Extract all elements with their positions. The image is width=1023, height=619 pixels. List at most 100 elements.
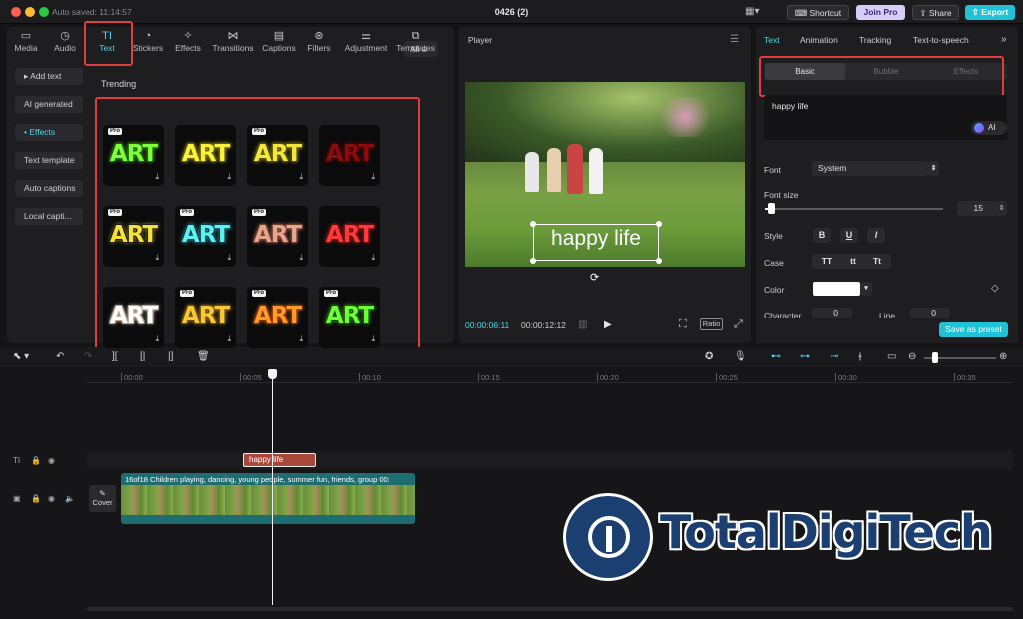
font-size-stepper-icon[interactable]: ⇕	[996, 201, 1007, 216]
download-icon[interactable]: ⤓	[299, 253, 303, 263]
download-icon[interactable]: ⤓	[371, 172, 375, 182]
caption-icon[interactable]: ▭	[887, 351, 896, 362]
subtab-basic[interactable]: Basic	[765, 63, 845, 80]
auto-snap-icon[interactable]: ⊶	[800, 351, 810, 362]
select-tool-icon[interactable]: ⬉ ▾	[13, 351, 29, 362]
text-template-tile[interactable]: ART Pro ⤓	[247, 125, 308, 186]
resize-handle[interactable]	[530, 221, 536, 227]
tool-tab-captions[interactable]: ▤ Captions	[259, 27, 299, 57]
sidebar-item[interactable]: AI generated	[15, 96, 83, 113]
color-swatch[interactable]	[813, 282, 860, 296]
text-clip[interactable]: happy life	[243, 453, 316, 467]
zoom-out-icon[interactable]: ⊖	[908, 351, 916, 362]
titlecase-button[interactable]: Tt	[866, 254, 888, 269]
download-icon[interactable]: ⤓	[155, 334, 159, 344]
share-button[interactable]: ⇪ Share	[912, 5, 959, 20]
audio-icon[interactable]: 🔈	[65, 494, 75, 503]
undo-icon[interactable]: ↶	[56, 351, 64, 362]
keyframe-icon[interactable]: ◇	[991, 283, 999, 294]
download-icon[interactable]: ⤓	[371, 253, 375, 263]
eye-icon[interactable]: ◉	[48, 456, 55, 465]
sidebar-item[interactable]: Auto captions	[15, 180, 83, 197]
tool-tab-filters[interactable]: ⊛ Filters	[304, 27, 334, 57]
tool-tab-adjustment[interactable]: ⚌ Adjustment	[341, 27, 391, 57]
playhead[interactable]	[272, 370, 273, 605]
split-right-icon[interactable]: |]	[168, 351, 173, 362]
lock-icon[interactable]: 🔒	[31, 456, 41, 465]
sidebar-item[interactable]: Local capti...	[15, 208, 83, 225]
ai-effects-icon[interactable]: ✪	[705, 351, 713, 362]
text-template-tile[interactable]: ART ⤓	[319, 206, 380, 267]
timeline-icon[interactable]: ▥	[578, 319, 587, 330]
download-icon[interactable]: ⤓	[371, 334, 375, 344]
bold-button[interactable]: B	[813, 228, 831, 243]
uppercase-button[interactable]: TT	[816, 254, 838, 269]
character-spacing-input[interactable]: 0	[812, 308, 852, 318]
resize-handle[interactable]	[656, 258, 662, 264]
cover-button[interactable]: ✎ Cover	[89, 485, 116, 512]
shortcut-button[interactable]: ⌨ Shortcut	[787, 5, 849, 20]
sidebar-item[interactable]: Text template	[15, 152, 83, 169]
microphone-icon[interactable]: 🎙	[734, 351, 747, 362]
font-size-slider-handle[interactable]	[768, 203, 775, 214]
zoom-slider-handle[interactable]	[932, 352, 938, 363]
main-track-link-icon[interactable]: ⊷	[771, 351, 781, 362]
download-icon[interactable]: ⤓	[299, 334, 303, 344]
font-select-chevron-icon[interactable]: ⇕	[928, 161, 939, 176]
sidebar-item[interactable]: • Effects	[15, 124, 83, 141]
caption-text[interactable]: happy life	[533, 227, 659, 251]
font-size-input[interactable]: 15	[957, 201, 996, 216]
font-select[interactable]: System	[812, 161, 928, 176]
ai-writer-button[interactable]: AI	[971, 121, 1007, 135]
tool-tab-audio[interactable]: ◷ Audio	[46, 27, 84, 57]
color-chevron-down-icon[interactable]: ▾	[860, 282, 872, 296]
ratio-button[interactable]: Ratio	[700, 318, 723, 330]
tool-tab-transitions[interactable]: ⋈ Transitions	[209, 27, 257, 57]
video-clip[interactable]: 16of18 Children playing, dancing, young …	[121, 473, 415, 524]
subtab-bubble[interactable]: Bubble	[846, 63, 926, 80]
redo-icon[interactable]: ↷	[84, 351, 92, 362]
tool-tab-stickers[interactable]: ◔ Stickers	[129, 27, 167, 57]
layout-icon[interactable]: ▦▾	[745, 6, 767, 19]
download-icon[interactable]: ⤓	[227, 172, 231, 182]
tool-tab-templates[interactable]: ⧉ Templates	[393, 27, 438, 57]
resize-handle[interactable]	[530, 258, 536, 264]
link-clips-icon[interactable]: ⊸	[830, 351, 838, 362]
tool-tab-media[interactable]: ▭ Media	[7, 27, 45, 57]
time-ruler[interactable]	[87, 368, 1013, 383]
fit-icon[interactable]: ⛶	[679, 318, 687, 331]
export-button[interactable]: ⇧ Export	[965, 5, 1015, 20]
text-template-tile[interactable]: ART Pro ⤓	[175, 206, 236, 267]
join-pro-button[interactable]: Join Pro	[856, 5, 905, 20]
download-icon[interactable]: ⤓	[155, 172, 159, 182]
properties-tab-animation[interactable]: Animation	[800, 35, 838, 45]
zoom-in-icon[interactable]: ⊕	[999, 351, 1007, 362]
tool-tab-effects[interactable]: ✧ Effects	[169, 27, 207, 57]
properties-tab-text[interactable]: Text	[764, 35, 780, 45]
eye-icon[interactable]: ◉	[48, 494, 55, 503]
properties-tab-tracking[interactable]: Tracking	[859, 35, 891, 45]
rotate-icon[interactable]: ⟳	[590, 271, 599, 284]
play-icon[interactable]: ▶	[604, 319, 612, 330]
text-template-tile[interactable]: ART Pro ⤓	[247, 206, 308, 267]
playhead-handle[interactable]	[268, 369, 277, 379]
text-template-tile[interactable]: ART ⤓	[175, 125, 236, 186]
save-preset-button[interactable]: Save as preset	[939, 322, 1008, 337]
more-tabs-icon[interactable]: »	[1001, 34, 1007, 45]
properties-tab-text-to-speech[interactable]: Text-to-speech	[913, 35, 969, 45]
download-icon[interactable]: ⤓	[227, 253, 231, 263]
sidebar-item[interactable]: ▸ Add text	[15, 68, 83, 85]
subtab-effects[interactable]: Effects	[926, 63, 1006, 80]
menu-icon[interactable]: ☰	[730, 34, 739, 45]
split-left-icon[interactable]: [|	[140, 351, 145, 362]
italic-button[interactable]: I	[867, 228, 885, 243]
text-template-tile[interactable]: ART Pro ⤓	[175, 287, 236, 348]
split-icon[interactable]: ][	[112, 351, 118, 362]
text-template-tile[interactable]: ART ⤓	[319, 125, 380, 186]
text-template-tile[interactable]: ART Pro ⤓	[319, 287, 380, 348]
tool-tab-text[interactable]: TI Text	[86, 27, 128, 57]
delete-icon[interactable]: 🗑	[197, 351, 210, 362]
text-template-tile[interactable]: ART Pro ⤓	[247, 287, 308, 348]
download-icon[interactable]: ⤓	[155, 253, 159, 263]
lock-icon[interactable]: 🔒	[31, 494, 41, 503]
